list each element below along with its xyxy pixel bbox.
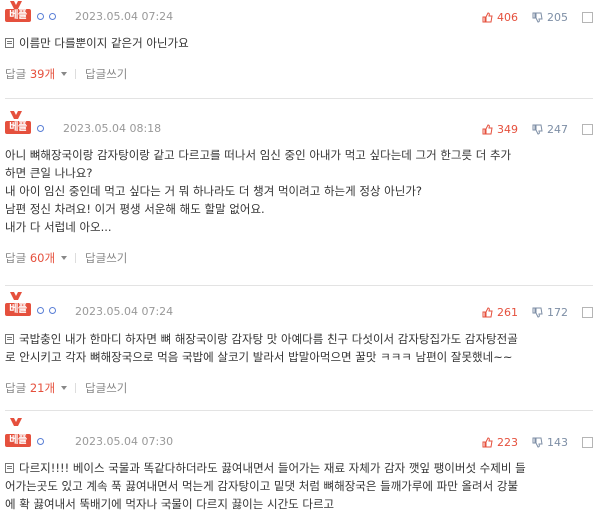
divider [5, 98, 593, 99]
level-dot-icon [49, 12, 56, 20]
thumbs-up-icon [482, 11, 493, 22]
like-button[interactable]: 406 [482, 11, 518, 24]
comment-text-line: 내 아이 임신 중인데 먹고 싶다는 거 뭐 하나라도 더 챙겨 먹이려고 하는… [5, 184, 422, 198]
divider [5, 410, 593, 411]
best-comment-badge: 베플 [5, 303, 31, 316]
thumbs-down-icon [532, 12, 543, 23]
reply-toggle[interactable]: 답글 21개 [5, 380, 55, 396]
comment-date: 2023.05.04 08:18 [63, 122, 162, 135]
dislike-count: 205 [547, 10, 568, 24]
document-icon [5, 334, 14, 344]
comment-text-line: 로 안시키고 각자 뼈해장국으로 먹음 국밥에 살코기 발라서 밥말아먹으면 꿀… [5, 350, 513, 364]
vote-bar: 261 172 [482, 305, 593, 319]
like-button[interactable]: 349 [482, 123, 518, 136]
user-level-icon [37, 11, 61, 22]
report-icon[interactable] [582, 436, 593, 448]
thumbs-up-icon [482, 123, 493, 134]
level-dot-icon [37, 124, 44, 132]
like-count: 223 [497, 435, 518, 449]
thumbs-down-icon [532, 124, 543, 135]
medal-icon [9, 292, 23, 301]
vote-bar: 406 205 [482, 10, 593, 24]
reply-count: 60개 [29, 251, 56, 265]
document-icon [5, 463, 14, 473]
write-reply-link[interactable]: 답글쓰기 [85, 66, 127, 82]
divider [5, 285, 593, 286]
reply-bar: 답글 21개 답글쓰기 [5, 380, 127, 396]
comment-text-line: 어가는곳도 있고 계속 푹 끓여내면서 먹는게 감자탕이고 밑댓 처럼 뼈해장국… [5, 479, 519, 493]
write-reply-link[interactable]: 답글쓰기 [85, 380, 127, 396]
comment-body: 아니 뼈해장국이랑 감자탕이랑 같고 다르고를 떠나서 임신 중인 아내가 먹고… [5, 146, 585, 236]
dislike-button[interactable]: 247 [532, 123, 568, 136]
write-reply-link[interactable]: 답글쓰기 [85, 250, 127, 266]
medal-icon [9, 418, 23, 427]
dislike-button[interactable]: 172 [532, 306, 568, 319]
best-comment-badge: 베플 [5, 121, 31, 134]
best-comment-badge: 베플 [5, 434, 31, 447]
level-dot-icon [49, 306, 56, 314]
thumbs-up-icon [482, 306, 493, 317]
like-button[interactable]: 223 [482, 436, 518, 449]
like-count: 406 [497, 10, 518, 24]
divider [75, 253, 77, 263]
dislike-count: 247 [547, 122, 568, 136]
comment-text-line: 내가 다 서럽네 아오... [5, 220, 112, 234]
dislike-button[interactable]: 143 [532, 436, 568, 449]
dislike-count: 172 [547, 305, 568, 319]
vote-bar: 223 143 [482, 435, 593, 449]
report-icon[interactable] [582, 11, 593, 23]
comment-body: 국밥충인 내가 한마디 하자면 뼈 해장국이랑 감자탕 맛 아예다름 친구 다섯… [5, 330, 585, 366]
reply-label: 답글 [5, 251, 27, 265]
reply-toggle[interactable]: 답글 60개 [5, 250, 55, 266]
comment-text-line: 남편 정신 차려요! 이거 평생 서운해 해도 할말 없어요. [5, 202, 265, 216]
comment-text: 이름만 다를뿐이지 같은거 아닌가요 [19, 36, 189, 50]
level-dot-icon [37, 437, 44, 445]
reply-count: 39개 [29, 67, 56, 81]
dislike-button[interactable]: 205 [532, 11, 568, 24]
comment-text-line: 국밥충인 내가 한마디 하자면 뼈 해장국이랑 감자탕 맛 아예다름 친구 다섯… [19, 332, 518, 346]
best-comment-badge: 베플 [5, 9, 31, 22]
thumbs-down-icon [532, 307, 543, 318]
user-level-icon [37, 123, 49, 134]
level-dot-icon [37, 12, 44, 20]
comment-text-line: 에 확 끓여내서 뚝배기에 먹자나 국물이 다르지 끓이는 시간도 다르고 [5, 497, 335, 511]
divider [75, 383, 77, 393]
reply-toggle[interactable]: 답글 39개 [5, 66, 55, 82]
reply-label: 답글 [5, 67, 27, 81]
like-button[interactable]: 261 [482, 306, 518, 319]
comment-text-line: 하면 큰일 나나요? [5, 166, 93, 180]
comment-date: 2023.05.04 07:24 [75, 305, 174, 318]
report-icon[interactable] [582, 306, 593, 318]
comment-item: 베플 2023.05.04 07:24 406 205 이름만 다를뿐이지 같은… [0, 0, 593, 98]
user-level-icon [37, 436, 49, 447]
comment-text-line: 아니 뼈해장국이랑 감자탕이랑 같고 다르고를 떠나서 임신 중인 아내가 먹고… [5, 148, 512, 162]
vote-bar: 349 247 [482, 122, 593, 136]
comment-item: 베플 2023.05.04 07:30 223 143 다르지!!!! 베이스 … [0, 410, 593, 531]
medal-icon [9, 111, 23, 120]
comment-item: 베플 2023.05.04 07:24 261 172 국밥충인 내가 한마디 … [0, 285, 593, 410]
comment-date: 2023.05.04 07:24 [75, 10, 174, 23]
caret-down-icon[interactable] [61, 72, 68, 76]
comment-body: 다르지!!!! 베이스 국물과 똑같다하더라도 끓여내면서 들어가는 재료 자체… [5, 459, 585, 513]
reply-label: 답글 [5, 381, 27, 395]
user-level-icon [37, 305, 61, 316]
level-dot-icon [37, 306, 44, 314]
comment-body: 이름만 다를뿐이지 같은거 아닌가요 [5, 34, 585, 52]
divider [75, 69, 77, 79]
report-icon[interactable] [582, 123, 593, 135]
thumbs-down-icon [532, 437, 543, 448]
caret-down-icon[interactable] [61, 386, 68, 390]
comment-item: 베플 2023.05.04 08:18 349 247 아니 뼈해장국이랑 감자… [0, 98, 593, 288]
document-icon [5, 38, 14, 48]
dislike-count: 143 [547, 435, 568, 449]
reply-bar: 답글 39개 답글쓰기 [5, 66, 127, 82]
comment-text-line: 다르지!!!! 베이스 국물과 똑같다하더라도 끓여내면서 들어가는 재료 자체… [19, 461, 526, 475]
thumbs-up-icon [482, 436, 493, 447]
comment-date: 2023.05.04 07:30 [75, 435, 174, 448]
reply-count: 21개 [29, 381, 56, 395]
caret-down-icon[interactable] [61, 256, 68, 260]
like-count: 349 [497, 122, 518, 136]
reply-bar: 답글 60개 답글쓰기 [5, 250, 127, 266]
like-count: 261 [497, 305, 518, 319]
